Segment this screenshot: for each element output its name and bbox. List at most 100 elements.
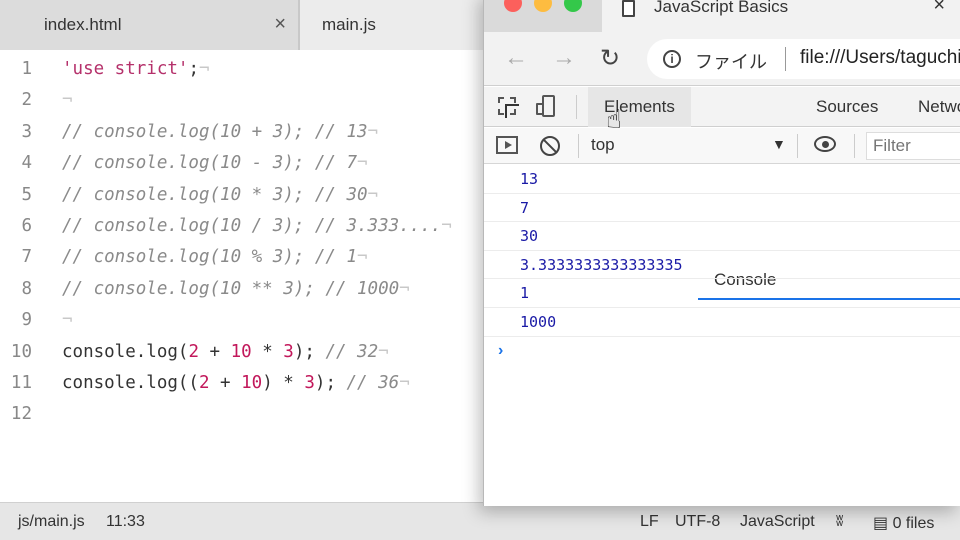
line-end-marker: ¬	[399, 278, 410, 299]
code-token: // console.log(10 ** 3); // 1000	[62, 278, 400, 299]
code-token: *	[251, 341, 284, 362]
back-button[interactable]: ←	[504, 44, 528, 72]
close-tab-icon[interactable]: ×	[933, 0, 945, 17]
code-line[interactable]: 9 ¬	[0, 305, 490, 336]
code-token: 3	[283, 341, 294, 362]
code-line[interactable]: 7 // console.log(10 % 3); // 1¬	[0, 242, 490, 273]
broadcast-icon[interactable]: ʬ	[836, 513, 843, 530]
console-message: 13	[484, 165, 960, 194]
eye-icon[interactable]	[814, 136, 836, 152]
close-icon[interactable]: ×	[274, 13, 286, 36]
line-number: 12	[10, 404, 32, 425]
filter-input[interactable]	[866, 132, 960, 160]
line-number: 9	[21, 310, 32, 331]
code-line[interactable]: 8 // console.log(10 ** 3); // 1000¬	[0, 274, 490, 305]
line-end-marker: ¬	[62, 90, 73, 111]
code-line[interactable]: 11 console.log((2 + 10) * 3); // 36¬	[0, 368, 490, 399]
console-message: 30	[484, 222, 960, 251]
code-token: );	[314, 372, 347, 393]
line-end-marker: ¬	[399, 372, 410, 393]
minimize-window-button[interactable]	[534, 0, 552, 12]
console-prompt[interactable]: ›	[484, 337, 960, 365]
console-message: 3.3333333333333335	[484, 251, 960, 280]
line-content: console.log(2 + 10 * 3); // 32¬	[62, 337, 389, 368]
code-line[interactable]: 1 'use strict';¬	[0, 54, 490, 85]
devtools-tab-bar: Elements Console Sources Network	[484, 87, 960, 300]
tab-index-html[interactable]: index.html ×	[0, 0, 300, 50]
inspect-element-icon[interactable]	[498, 97, 516, 115]
devtools-divider	[576, 95, 577, 119]
files-count: 0 files	[892, 515, 935, 532]
code-line[interactable]: 3 // console.log(10 + 3); // 13¬	[0, 117, 490, 148]
line-end-marker: ¬	[441, 215, 452, 236]
line-number: 1	[21, 59, 32, 79]
device-toolbar-icon[interactable]	[536, 95, 556, 117]
line-end-marker: ¬	[357, 153, 368, 174]
reload-button[interactable]: ↻	[600, 44, 620, 73]
tab-network[interactable]: Network	[902, 87, 960, 127]
console-toolbar: top ▼	[484, 128, 960, 164]
browser-titlebar: JavaScript Basics ×	[484, 0, 960, 32]
forward-button[interactable]: →	[552, 44, 576, 72]
code-line[interactable]: 4 // console.log(10 - 3); // 7¬	[0, 148, 490, 179]
code-token: // 32	[325, 341, 379, 362]
line-content: // console.log(10 % 3); // 1¬	[62, 242, 368, 273]
line-end-marker: ¬	[357, 247, 368, 268]
code-token: console.log(	[62, 341, 189, 362]
line-content: // console.log(10 + 3); // 13¬	[62, 117, 378, 148]
status-files[interactable]: ▤ 0 files	[873, 513, 934, 533]
console-message: 1	[484, 279, 960, 308]
file-icon: ▤	[873, 515, 889, 532]
line-number: 11	[10, 372, 32, 393]
code-line[interactable]: 5 // console.log(10 * 3); // 30¬	[0, 180, 490, 211]
code-token: ) *	[262, 372, 305, 393]
line-end-marker: ¬	[378, 341, 389, 362]
show-sidebar-icon[interactable]	[496, 136, 518, 154]
status-line-ending[interactable]: LF	[640, 513, 659, 531]
line-content: ¬	[62, 85, 73, 116]
toolbar-divider	[797, 134, 798, 158]
url-text[interactable]: file:///Users/taguchi/	[800, 47, 960, 69]
code-token: 10	[230, 341, 252, 362]
context-selector[interactable]: top	[591, 135, 615, 155]
tab-sources[interactable]: Sources	[800, 87, 894, 127]
code-area[interactable]: 1'use strict';¬ 2 ¬ 3// console.log(10 + 3)…	[0, 54, 490, 431]
code-token: +	[198, 341, 231, 362]
line-number: 4	[21, 153, 32, 174]
console-output: 13 7 30 3.3333333333333335 1 1000 ›	[484, 165, 960, 365]
status-file-path[interactable]: js/main.js	[18, 513, 85, 531]
line-content: console.log((2 + 10) * 3); // 36¬	[62, 368, 410, 399]
browser-toolbar: ← → ↻ i ファイル file:///Users/taguchi/	[484, 32, 960, 86]
address-bar[interactable]: i ファイル file:///Users/taguchi/	[647, 39, 960, 79]
status-grammar[interactable]: JavaScript	[740, 513, 815, 531]
browser-tab-title: JavaScript Basics	[654, 0, 789, 16]
code-token: // console.log(10 + 3); // 13	[62, 121, 368, 142]
zoom-window-button[interactable]	[564, 0, 582, 12]
code-line[interactable]: 12	[0, 399, 490, 430]
clear-console-icon[interactable]	[540, 136, 560, 156]
tab-label: index.html	[44, 15, 122, 34]
address-divider	[785, 47, 786, 71]
tab-elements[interactable]: Elements	[588, 87, 691, 127]
code-token: // 36	[346, 372, 400, 393]
line-end-marker: ¬	[62, 310, 73, 331]
line-content: // console.log(10 * 3); // 30¬	[62, 180, 378, 211]
tab-main-js[interactable]: main.js	[300, 0, 490, 50]
security-label[interactable]: ファイル	[695, 48, 767, 74]
code-line[interactable]: 10 console.log(2 + 10 * 3); // 32¬	[0, 337, 490, 368]
hand-cursor-icon: ☝	[606, 104, 622, 134]
chevron-down-icon[interactable]: ▼	[772, 136, 786, 152]
line-content: // console.log(10 - 3); // 7¬	[62, 148, 368, 179]
status-cursor-position[interactable]: 11:33	[106, 513, 145, 531]
status-encoding[interactable]: UTF-8	[675, 513, 720, 531]
code-line[interactable]: 2 ¬	[0, 85, 490, 116]
line-content: // console.log(10 / 3); // 3.333....¬	[62, 211, 452, 242]
close-window-button[interactable]	[504, 0, 522, 12]
toolbar-divider	[578, 134, 579, 158]
console-message: 7	[484, 194, 960, 223]
line-number: 5	[21, 184, 32, 205]
line-end-marker: ¬	[367, 184, 379, 205]
code-line[interactable]: 6 // console.log(10 / 3); // 3.333....¬	[0, 211, 490, 242]
info-icon[interactable]: i	[663, 50, 681, 68]
browser-tab[interactable]: JavaScript Basics ×	[602, 0, 960, 32]
